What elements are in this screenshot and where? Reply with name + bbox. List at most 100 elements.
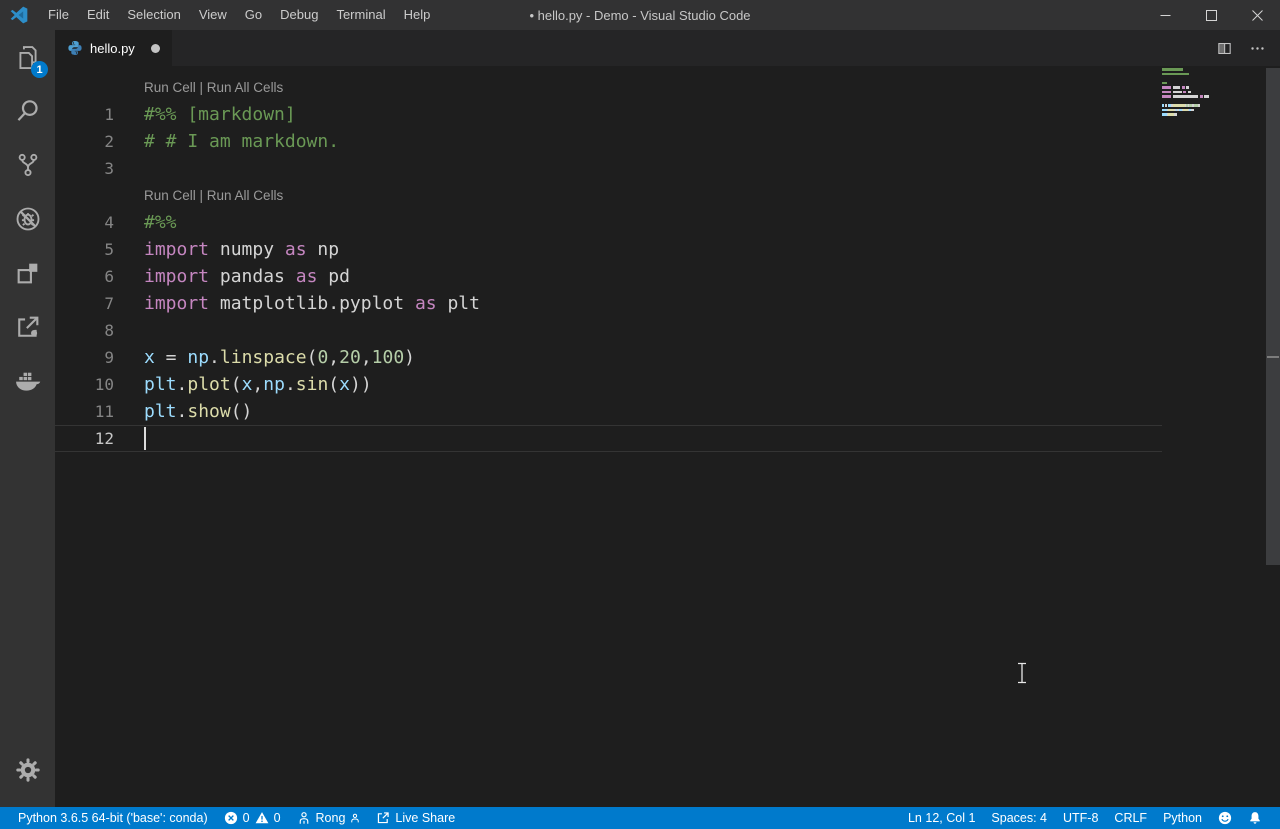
code-line-4[interactable]: 4#%%: [55, 209, 1162, 236]
menu-terminal[interactable]: Terminal: [327, 0, 394, 30]
activity-item-extensions[interactable]: [0, 246, 55, 300]
activity-item-source-control[interactable]: [0, 138, 55, 192]
code-line-10[interactable]: 10plt.plot(x,np.sin(x)): [55, 371, 1162, 398]
python-file-icon: [67, 40, 83, 56]
minimap-line: [1162, 100, 1266, 103]
menu-go[interactable]: Go: [236, 0, 271, 30]
warning-icon: [255, 811, 269, 825]
codelens-run-cells[interactable]: Run Cell | Run All Cells: [55, 182, 1162, 209]
codelens-run-cells[interactable]: Run Cell | Run All Cells: [55, 74, 1162, 101]
activity-item-live-share[interactable]: [0, 300, 55, 354]
scrollbar-thumb[interactable]: [1266, 68, 1280, 565]
activity-item-debug[interactable]: [0, 192, 55, 246]
line-number: 6: [55, 267, 114, 286]
code-line-3[interactable]: 3: [55, 155, 1162, 182]
code-line-12[interactable]: 12: [55, 425, 1162, 452]
status-cursor-position-label: Ln 12, Col 1: [908, 811, 975, 825]
code-line-1[interactable]: 1#%% [markdown]: [55, 101, 1162, 128]
tab-hello-py[interactable]: hello.py: [55, 30, 172, 66]
close-button[interactable]: [1234, 0, 1280, 30]
text-cursor: [144, 427, 146, 450]
code-line-2[interactable]: 2# # I am markdown.: [55, 128, 1162, 155]
maximize-icon: [1204, 8, 1219, 23]
menu-view[interactable]: View: [190, 0, 236, 30]
status-live-share-user[interactable]: Rong: [289, 807, 369, 829]
status-encoding-label: UTF-8: [1063, 811, 1098, 825]
status-eol-label: CRLF: [1114, 811, 1147, 825]
line-content: import numpy as np: [114, 239, 339, 260]
line-number: 2: [55, 132, 114, 151]
code-line-9[interactable]: 9x = np.linspace(0,20,100): [55, 344, 1162, 371]
code-line-7[interactable]: 7import matplotlib.pyplot as plt: [55, 290, 1162, 317]
editor-actions: [1216, 30, 1280, 66]
status-problems-label: 0: [243, 811, 250, 825]
status-notifications[interactable]: [1240, 807, 1270, 829]
line-number: 5: [55, 240, 114, 259]
line-content: #%% [markdown]: [114, 104, 296, 125]
line-content: import pandas as pd: [114, 266, 350, 287]
line-content: #%%: [114, 212, 177, 233]
menu-file[interactable]: File: [39, 0, 78, 30]
maximize-button[interactable]: [1188, 0, 1234, 30]
status-eol[interactable]: CRLF: [1106, 807, 1155, 829]
status-problems-label: 0: [274, 811, 281, 825]
live-share-icon: [14, 313, 42, 341]
error-icon: [224, 811, 238, 825]
status-bar-left: Python 3.6.5 64-bit ('base': conda)00Ron…: [18, 807, 463, 829]
status-python-interpreter-label: Python 3.6.5 64-bit ('base': conda): [18, 811, 208, 825]
editor-scrollbar[interactable]: [1266, 66, 1280, 807]
bell-icon: [1248, 811, 1262, 825]
debug-disabled-icon: [14, 205, 42, 233]
person-small-icon: [350, 812, 360, 824]
extensions-icon: [14, 259, 42, 287]
title-bar: FileEditSelectionViewGoDebugTerminalHelp…: [0, 0, 1280, 30]
line-number: 10: [55, 375, 114, 394]
menu-bar: FileEditSelectionViewGoDebugTerminalHelp: [39, 0, 439, 30]
more-actions-button[interactable]: [1249, 40, 1266, 57]
code-line-6[interactable]: 6import pandas as pd: [55, 263, 1162, 290]
status-python-interpreter[interactable]: Python 3.6.5 64-bit ('base': conda): [18, 807, 216, 829]
minimap[interactable]: [1162, 68, 1266, 122]
editor-lines: Run Cell | Run All Cells1#%% [markdown]2…: [55, 74, 1162, 452]
status-cursor-position[interactable]: Ln 12, Col 1: [900, 807, 983, 829]
status-problems[interactable]: 00: [216, 807, 289, 829]
minimize-button[interactable]: [1142, 0, 1188, 30]
line-content: x = np.linspace(0,20,100): [114, 347, 415, 368]
activity-bar: 1: [0, 30, 55, 807]
line-content: # # I am markdown.: [114, 131, 339, 152]
status-indentation[interactable]: Spaces: 4: [983, 807, 1055, 829]
explorer-badge: 1: [31, 61, 48, 78]
modified-dot-icon[interactable]: [151, 44, 160, 53]
minimap-line: [1162, 82, 1266, 85]
status-language-mode-label: Python: [1163, 811, 1202, 825]
code-line-11[interactable]: 11plt.show(): [55, 398, 1162, 425]
code-editor[interactable]: Run Cell | Run All Cells1#%% [markdown]2…: [55, 66, 1280, 807]
menu-help[interactable]: Help: [395, 0, 440, 30]
person-icon: [297, 811, 311, 825]
line-number: 8: [55, 321, 114, 340]
status-encoding[interactable]: UTF-8: [1055, 807, 1106, 829]
split-editor-button[interactable]: [1216, 40, 1233, 57]
status-live-share-user-label: Rong: [316, 811, 346, 825]
status-language-mode[interactable]: Python: [1155, 807, 1210, 829]
status-feedback[interactable]: [1210, 807, 1240, 829]
minimap-line: [1162, 91, 1266, 94]
code-line-8[interactable]: 8: [55, 317, 1162, 344]
minimap-line: [1162, 95, 1266, 98]
status-live-share[interactable]: Live Share: [368, 807, 463, 829]
line-number: 7: [55, 294, 114, 313]
minimap-line: [1162, 109, 1266, 112]
activity-item-explorer[interactable]: 1: [0, 30, 55, 84]
search-icon: [14, 97, 42, 125]
editor-group: hello.py Run Cell | Run All Cells1#%% [m…: [55, 30, 1280, 807]
activity-item-settings[interactable]: [0, 743, 55, 797]
window-title: • hello.py - Demo - Visual Studio Code: [529, 8, 750, 23]
menu-selection[interactable]: Selection: [118, 0, 189, 30]
minimap-line: [1162, 86, 1266, 89]
menu-debug[interactable]: Debug: [271, 0, 327, 30]
code-line-5[interactable]: 5import numpy as np: [55, 236, 1162, 263]
menu-edit[interactable]: Edit: [78, 0, 118, 30]
gear-icon: [14, 756, 42, 784]
activity-item-docker[interactable]: [0, 354, 55, 408]
activity-item-search[interactable]: [0, 84, 55, 138]
